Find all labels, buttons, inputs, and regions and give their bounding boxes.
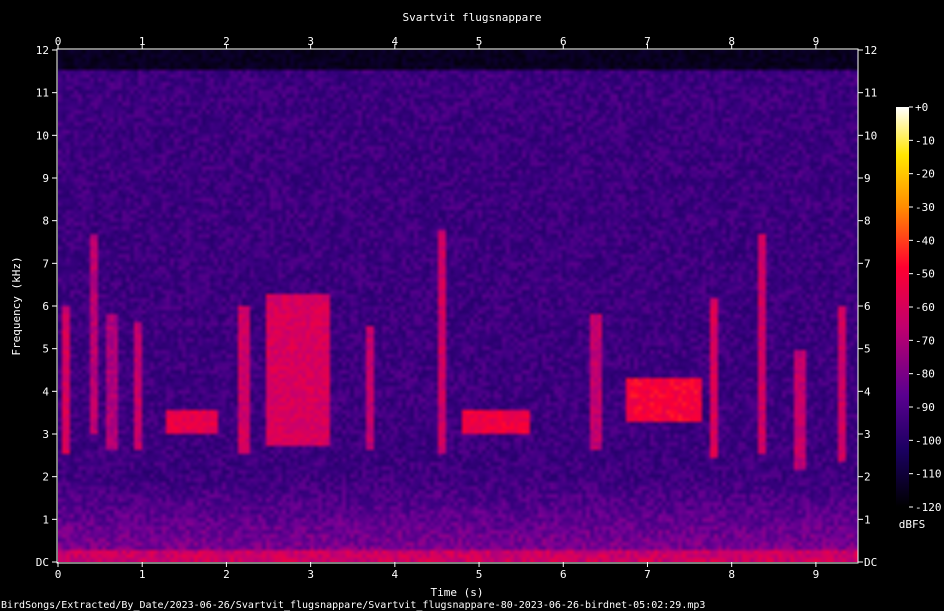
x-tick-label: 8 (728, 568, 735, 581)
colorbar (896, 107, 909, 507)
x-tick-label: 6 (560, 568, 567, 581)
y-tick-label: 8 (42, 215, 49, 228)
y-tick-label-right: 5 (864, 343, 871, 356)
y-tick-label: DC (36, 556, 49, 569)
y-tick-label: 4 (42, 385, 49, 398)
plot-area (58, 50, 858, 562)
y-tick-label: 3 (42, 428, 49, 441)
y-tick-label-right: 1 (864, 513, 871, 526)
colorbar-tick-label: -50 (915, 268, 935, 281)
x-tick-label-top: 7 (644, 35, 651, 48)
x-tick-label-top: 2 (223, 35, 230, 48)
x-tick-label-top: 0 (55, 35, 62, 48)
colorbar-tick-label: -70 (915, 334, 935, 347)
x-tick-label-top: 1 (139, 35, 146, 48)
x-tick-label-top: 5 (476, 35, 483, 48)
colorbar-tick-label: -60 (915, 301, 935, 314)
y-tick-label-right: 12 (864, 44, 877, 57)
y-tick-label-right: 3 (864, 428, 871, 441)
footer-filename: BirdSongs/Extracted/By_Date/2023-06-26/S… (1, 600, 705, 611)
colorbar-tick-label: -20 (915, 168, 935, 181)
x-tick-label: 1 (139, 568, 146, 581)
y-tick-label: 5 (42, 343, 49, 356)
colorbar-ticks: +0 -10 -20 -30 -40 -50 -60 -70 -80 -90 -100 -110 -12… (909, 101, 942, 514)
x-axis-label: Time (s) (431, 586, 484, 599)
colorbar-tick-label: -110 (915, 468, 942, 481)
y-tick-label: 7 (42, 257, 49, 270)
x-tick-label: 5 (476, 568, 483, 581)
x-tick-label-top: 9 (813, 35, 820, 48)
y-tick-label-right: 8 (864, 215, 871, 228)
y-tick-label-right: 4 (864, 385, 871, 398)
y-tick-label-right: 11 (864, 87, 877, 100)
y-tick-label: 12 (36, 44, 49, 57)
colorbar-tick-label: -30 (915, 201, 935, 214)
x-tick-label: 7 (644, 568, 651, 581)
y-axis-label: Frequency (kHz) (10, 256, 23, 355)
x-tick-label: 0 (55, 568, 62, 581)
y-tick-label-right: DC (864, 556, 877, 569)
y-tick-label: 6 (42, 300, 49, 313)
x-tick-label-top: 3 (307, 35, 314, 48)
colorbar-tick-label: -120 (915, 501, 942, 514)
colorbar-tick-label: -40 (915, 234, 935, 247)
x-tick-label-top: 4 (392, 35, 399, 48)
x-tick-label: 4 (392, 568, 399, 581)
y-tick-label: 10 (36, 129, 49, 142)
y-tick-label-right: 9 (864, 172, 871, 185)
x-tick-label-top: 6 (560, 35, 567, 48)
x-tick-label: 3 (307, 568, 314, 581)
colorbar-tick-label: +0 (915, 101, 928, 114)
colorbar-tick-label: -10 (915, 134, 935, 147)
y-tick-label-right: 2 (864, 471, 871, 484)
spectrogram-figure: Svartvit flugsnappare 001122334455667788… (1, 11, 942, 611)
spectrogram-image (58, 50, 858, 562)
y-tick-label: 2 (42, 471, 49, 484)
y-tick-label: 9 (42, 172, 49, 185)
y-tick-label-right: 7 (864, 257, 871, 270)
colorbar-tick-label: -80 (915, 368, 935, 381)
colorbar-tick-label: -90 (915, 401, 935, 414)
x-tick-label: 9 (813, 568, 820, 581)
y-tick-label-right: 6 (864, 300, 871, 313)
colorbar-label: dBFS (899, 518, 926, 531)
y-tick-label: 1 (42, 513, 49, 526)
x-tick-label-top: 8 (728, 35, 735, 48)
y-tick-label-right: 10 (864, 129, 877, 142)
colorbar-tick-label: -100 (915, 434, 942, 447)
chart-title: Svartvit flugsnappare (402, 11, 541, 24)
y-tick-label: 11 (36, 87, 49, 100)
x-tick-label: 2 (223, 568, 230, 581)
